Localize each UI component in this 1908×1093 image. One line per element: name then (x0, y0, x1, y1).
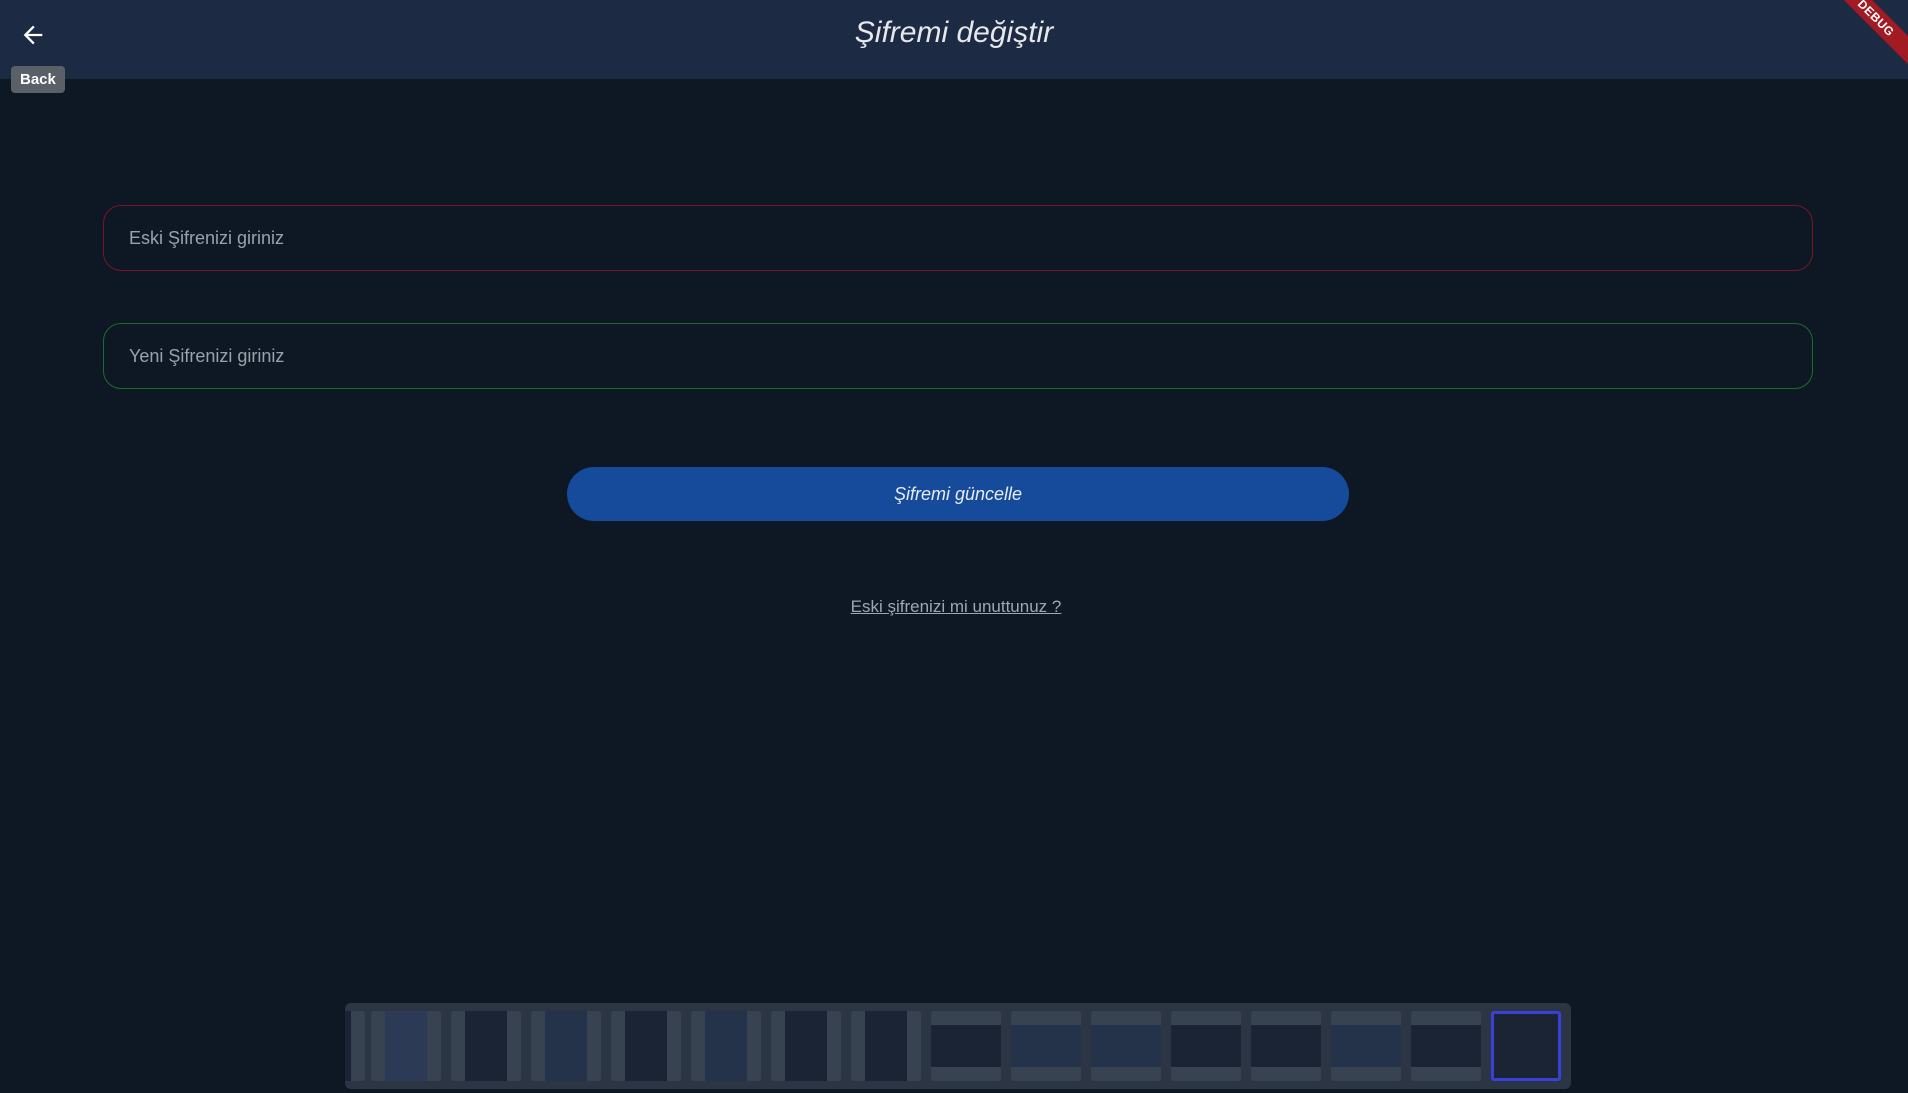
page-title: Şifremi değiştir (854, 16, 1054, 49)
screen-thumbnail[interactable] (611, 1011, 681, 1081)
screen-thumbnail[interactable] (771, 1011, 841, 1081)
screen-thumbnail-strip (345, 1003, 1571, 1089)
screen-thumbnail[interactable] (371, 1011, 441, 1081)
screen-thumbnail[interactable] (451, 1011, 521, 1081)
screen-thumbnail[interactable] (931, 1011, 1001, 1081)
screen-thumbnail[interactable] (1411, 1011, 1481, 1081)
screen-thumbnail[interactable] (1091, 1011, 1161, 1081)
forgot-password-link[interactable]: Eski şifrenizi mi unuttunuz ? (0, 597, 1908, 617)
screen-thumbnail-selected[interactable] (1491, 1011, 1561, 1081)
screen-thumbnail[interactable] (1171, 1011, 1241, 1081)
screen-thumbnail[interactable] (1251, 1011, 1321, 1081)
screen-thumbnail[interactable] (691, 1011, 761, 1081)
screen-thumbnail[interactable] (1331, 1011, 1401, 1081)
back-tooltip: Back (11, 66, 65, 93)
app-bar: Şifremi değiştir DEBUG (0, 0, 1908, 79)
old-password-field[interactable] (103, 205, 1813, 271)
update-password-button[interactable]: Şifremi güncelle (567, 467, 1349, 521)
new-password-field[interactable] (103, 323, 1813, 389)
screen-thumbnail[interactable] (531, 1011, 601, 1081)
screen-thumbnail[interactable] (851, 1011, 921, 1081)
screen-thumbnail[interactable] (1011, 1011, 1081, 1081)
screen-thumbnail[interactable] (345, 1011, 365, 1081)
